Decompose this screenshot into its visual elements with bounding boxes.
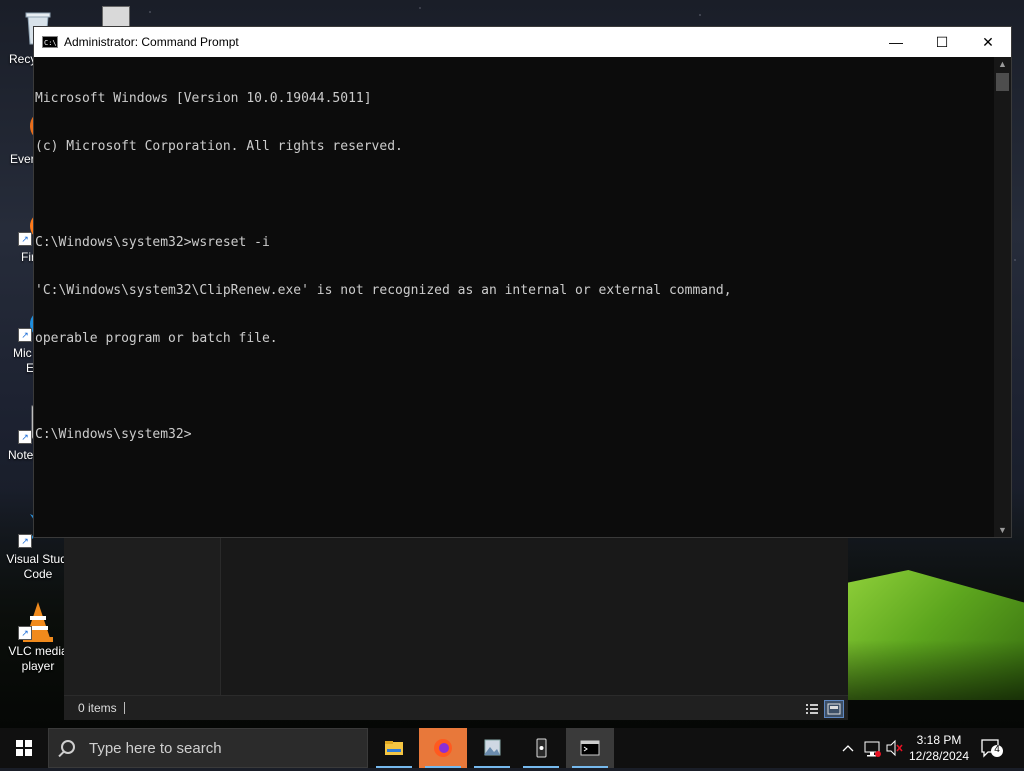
file-explorer-window[interactable]: 0 items [64, 536, 848, 720]
windows-logo-icon [16, 740, 32, 756]
clock-date: 12/28/2024 [908, 749, 970, 763]
navigation-pane[interactable] [64, 536, 221, 696]
console-line: operable program or batch file. [35, 331, 278, 346]
start-button[interactable] [0, 728, 48, 768]
console-output[interactable]: Microsoft Windows [Version 10.0.19044.50… [34, 57, 994, 537]
title-bar[interactable]: C:\ Administrator: Command Prompt — ☐ ✕ [34, 27, 1011, 57]
status-separator [124, 702, 125, 714]
details-view-button[interactable] [802, 700, 822, 718]
action-center-button[interactable]: 4 [980, 738, 1004, 758]
shortcut-arrow-icon: ↗ [18, 430, 32, 444]
taskbar: Type here to search 3:18 PM 12/28/2024 4 [0, 728, 1024, 768]
clock-time: 3:18 PM [916, 733, 962, 747]
notification-icon [981, 739, 1003, 758]
large-icons-view-button[interactable] [824, 700, 844, 718]
phone-icon [536, 738, 547, 758]
minimize-button[interactable]: — [873, 27, 919, 57]
taskbar-phone-app[interactable] [517, 728, 565, 768]
command-prompt-window[interactable]: C:\ Administrator: Command Prompt — ☐ ✕ … [33, 26, 1012, 538]
shortcut-arrow-icon: ↗ [18, 328, 32, 342]
image-viewer-icon [484, 739, 501, 756]
taskbar-file-explorer[interactable] [370, 728, 418, 768]
taskbar-photos-viewer[interactable] [468, 728, 516, 768]
network-icon[interactable] [862, 728, 882, 768]
console-line: Microsoft Windows [Version 10.0.19044.50… [35, 91, 372, 106]
scroll-down-arrow-icon[interactable]: ▼ [994, 523, 1011, 537]
taskbar-firefox[interactable] [419, 728, 467, 768]
folder-icon [385, 741, 403, 755]
command-prompt-line[interactable]: C:\Windows\system32> [35, 427, 994, 443]
taskbar-search-box[interactable]: Type here to search [48, 728, 368, 768]
console-line: C:\Windows\system32>wsreset -i [35, 235, 270, 250]
maximize-button[interactable]: ☐ [919, 27, 965, 57]
shortcut-arrow-icon: ↗ [18, 534, 32, 548]
notification-count: 4 [994, 744, 1000, 755]
vlc-cone-icon: ↗ [18, 600, 58, 642]
shortcut-arrow-icon: ↗ [18, 232, 32, 246]
scroll-up-arrow-icon[interactable]: ▲ [994, 57, 1011, 71]
command-prompt-icon: C:\ [42, 36, 58, 48]
command-prompt-icon [580, 740, 600, 756]
shortcut-arrow-icon: ↗ [18, 626, 32, 640]
scrollbar-thumb[interactable] [996, 73, 1009, 91]
search-icon [61, 740, 75, 754]
console-line: 'C:\Windows\system32\ClipRenew.exe' is n… [35, 283, 732, 298]
taskbar-clock[interactable]: 3:18 PM 12/28/2024 [900, 728, 978, 768]
status-bar: 0 items [64, 695, 848, 720]
search-placeholder: Type here to search [89, 740, 222, 757]
window-title: Administrator: Command Prompt [64, 35, 239, 49]
show-hidden-icons-button[interactable] [840, 728, 856, 768]
item-count: 0 items [78, 701, 117, 715]
firefox-icon [434, 739, 452, 757]
taskbar-command-prompt[interactable] [566, 728, 614, 768]
vertical-scrollbar[interactable]: ▲ ▼ [994, 57, 1011, 537]
close-button[interactable]: ✕ [965, 27, 1011, 57]
console-line: (c) Microsoft Corporation. All rights re… [35, 139, 403, 154]
